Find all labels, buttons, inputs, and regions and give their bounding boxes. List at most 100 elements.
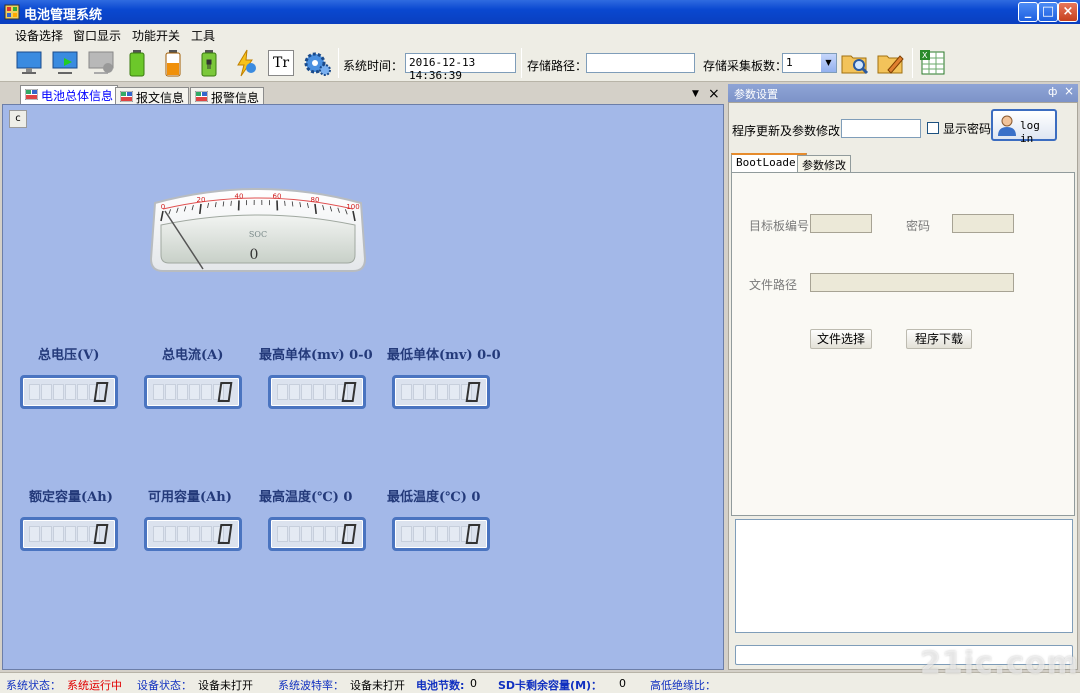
spreadsheet-icon[interactable]: X bbox=[918, 48, 948, 78]
tab-message-info[interactable]: 报文信息 bbox=[115, 87, 190, 105]
total-voltage-label: 总电压(V) bbox=[38, 348, 100, 363]
close-button[interactable]: × bbox=[1058, 2, 1078, 22]
lcd-segment bbox=[425, 384, 436, 400]
lcd-segment bbox=[437, 384, 448, 400]
tab-param-modify[interactable]: 参数修改 bbox=[797, 155, 851, 173]
battery-charge-icon[interactable] bbox=[194, 48, 224, 78]
lcd-segment bbox=[325, 526, 336, 542]
tab-icon bbox=[195, 91, 208, 102]
minimize-button[interactable]: _ bbox=[1018, 2, 1038, 22]
parameter-settings-panel: 程序更新及参数修改 显示密码 log in BootLoader 参数修改 目标… bbox=[728, 102, 1078, 670]
max-temperature-display: 0 bbox=[268, 517, 366, 551]
tab-alarm-info-label: 报警信息 bbox=[211, 91, 260, 105]
rated-capacity-label: 额定容量(Ah) bbox=[29, 490, 113, 505]
available-capacity-label: 可用容量(Ah) bbox=[148, 490, 232, 505]
boards-select[interactable]: 1 ▼ bbox=[782, 53, 837, 73]
folder-search-icon[interactable] bbox=[840, 48, 870, 78]
lcd-segment bbox=[277, 526, 288, 542]
maximize-button[interactable]: □ bbox=[1038, 2, 1058, 22]
toolbar-separator bbox=[912, 48, 913, 78]
status-bar: 系统状态： 系统运行中 设备状态： 设备未打开 系统波特率： 设备未打开 电池节… bbox=[0, 672, 1080, 693]
tab-battery-overview[interactable]: 电池总体信息 bbox=[20, 85, 119, 105]
update-password-field[interactable] bbox=[841, 119, 921, 138]
lcd-segment bbox=[313, 384, 324, 400]
lcd-digit: 0 bbox=[217, 524, 233, 544]
file-select-button[interactable]: 文件选择 bbox=[810, 329, 872, 349]
show-password-label: 显示密码 bbox=[943, 122, 992, 136]
show-password-checkbox[interactable] bbox=[927, 122, 939, 134]
chevron-down-icon[interactable]: ▼ bbox=[821, 54, 836, 72]
lcd-segment bbox=[77, 384, 88, 400]
cells-label: 电池节数: bbox=[416, 679, 465, 692]
board-id-field[interactable] bbox=[810, 214, 872, 233]
tab-close-icon[interactable]: × bbox=[708, 86, 720, 102]
tab-dropdown-icon[interactable]: ▼ bbox=[692, 89, 699, 99]
lcd-digit: 0 bbox=[341, 524, 357, 544]
max-cell-label: 最高单体(mv) 0-0 bbox=[259, 348, 373, 363]
folder-edit-icon[interactable] bbox=[876, 48, 906, 78]
menu-device-select[interactable]: 设备选择 bbox=[15, 27, 63, 44]
lcd-segment bbox=[301, 384, 312, 400]
lcd-segment bbox=[65, 384, 76, 400]
lcd-segment bbox=[165, 526, 176, 542]
login-button[interactable]: log in bbox=[991, 109, 1057, 145]
monitor-disabled-icon[interactable] bbox=[86, 48, 116, 78]
boards-label: 存储采集板数： bbox=[703, 59, 788, 73]
gauge-tick-label: 100 bbox=[346, 203, 359, 211]
dev-state-value: 设备未打开 bbox=[198, 679, 253, 692]
lcd-segment bbox=[289, 384, 300, 400]
c-button[interactable]: c bbox=[9, 110, 27, 128]
lcd-segment bbox=[153, 526, 164, 542]
lcd-digit: 0 bbox=[93, 382, 109, 402]
toolbar: Tr 系统时间： 2016-12-13 14:36:39 存储路径： 存储采集板… bbox=[0, 44, 1080, 82]
gear-icon[interactable] bbox=[302, 48, 332, 78]
file-path-label: 文件路径 bbox=[749, 278, 798, 292]
rated-capacity-display: 0 bbox=[20, 517, 118, 551]
file-path-field[interactable] bbox=[810, 273, 1014, 292]
battery-half-icon[interactable] bbox=[158, 48, 188, 78]
lcd-segment bbox=[41, 384, 52, 400]
menu-window-display[interactable]: 窗口显示 bbox=[73, 27, 121, 44]
watermark: 21ic.com bbox=[920, 646, 1079, 681]
pin-icon[interactable]: ф bbox=[1048, 85, 1057, 98]
lightning-icon[interactable] bbox=[230, 48, 260, 78]
min-cell-display: 0 bbox=[392, 375, 490, 409]
lcd-digit: 0 bbox=[465, 382, 481, 402]
monitor-icon[interactable] bbox=[14, 48, 44, 78]
app-icon bbox=[4, 4, 20, 20]
gauge-minor-tick bbox=[284, 200, 286, 206]
lcd-segment bbox=[449, 526, 460, 542]
update-label: 程序更新及参数修改 bbox=[732, 124, 841, 138]
monitor-connect-icon[interactable] bbox=[50, 48, 80, 78]
download-button[interactable]: 程序下载 bbox=[906, 329, 972, 349]
tab-icon bbox=[120, 91, 133, 102]
max-cell-display: 0 bbox=[268, 375, 366, 409]
tab-bootloader[interactable]: BootLoader bbox=[731, 153, 808, 173]
text-tr-icon[interactable]: Tr bbox=[268, 50, 294, 76]
window-title: 电池管理系统 bbox=[24, 8, 103, 23]
lcd-segment bbox=[177, 526, 188, 542]
menu-function-switch[interactable]: 功能开关 bbox=[132, 27, 180, 44]
board-id-label: 目标板编号 bbox=[749, 219, 810, 233]
title-bar: 电池管理系统 _ □ × bbox=[0, 0, 1080, 24]
soc-gauge: 0 20 40 60 80 100 SOC 0 bbox=[149, 188, 367, 272]
total-voltage-display: 0 bbox=[20, 375, 118, 409]
lcd-segment bbox=[29, 384, 40, 400]
bootloader-content: 目标板编号 密码 文件路径 文件选择 程序下载 bbox=[731, 172, 1075, 516]
lcd-digit: 0 bbox=[465, 524, 481, 544]
log-textarea[interactable] bbox=[735, 519, 1073, 633]
storage-path-field[interactable] bbox=[586, 53, 695, 73]
cells-value: 0 bbox=[470, 677, 477, 690]
total-current-display: 0 bbox=[144, 375, 242, 409]
gauge-minor-tick bbox=[230, 200, 232, 206]
lcd-segment bbox=[449, 384, 460, 400]
tab-alarm-info[interactable]: 报警信息 bbox=[190, 87, 265, 105]
system-time-field[interactable]: 2016-12-13 14:36:39 bbox=[405, 53, 516, 82]
password-field[interactable] bbox=[952, 214, 1014, 233]
parameter-settings-title: 参数设置 bbox=[734, 88, 778, 101]
panel-close-icon[interactable]: × bbox=[1064, 84, 1074, 98]
menu-tools[interactable]: 工具 bbox=[191, 27, 215, 44]
battery-full-icon[interactable] bbox=[122, 48, 152, 78]
sys-state-label: 系统状态： bbox=[6, 679, 61, 692]
toolbar-separator bbox=[521, 48, 522, 78]
